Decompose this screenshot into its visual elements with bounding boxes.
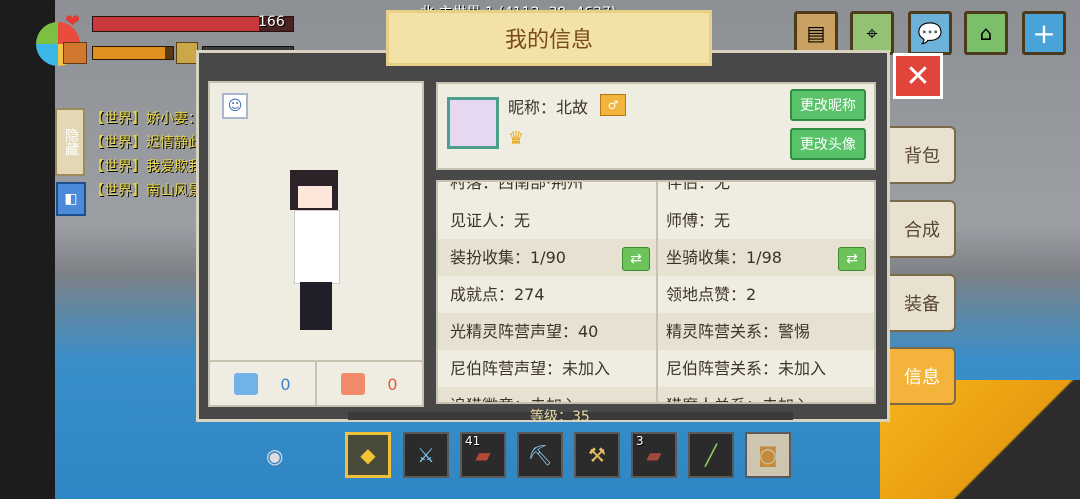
character-model: [290, 170, 348, 335]
hotbar-slot[interactable]: ╱: [688, 432, 734, 478]
hunger-bar: [92, 46, 174, 60]
armor-icon: [176, 42, 198, 64]
info-witness: 见证人：无: [450, 211, 531, 230]
chat-icon[interactable]: 💬: [908, 11, 952, 55]
nickname-label: 昵称：北故: [508, 98, 589, 117]
likes-right-count: 0: [387, 374, 398, 394]
chat-line: 【世界】南山风景: [90, 183, 202, 199]
avatar[interactable]: [447, 97, 499, 149]
steak-icon: ▰: [646, 443, 662, 467]
hunger-bar-fill: [93, 47, 165, 59]
pickaxe-icon: ⚒: [588, 443, 606, 467]
hotbar-slot[interactable]: ⛏: [517, 432, 563, 478]
swap-mount-icon[interactable]: ⇄: [838, 247, 866, 271]
info-hunter-badge: 追猎徽章：未加入: [450, 387, 650, 402]
info-nibo-relation: 尼伯阵营关系：未加入: [666, 359, 827, 378]
smile-icon: [234, 373, 259, 395]
hotbar-slot[interactable]: ⚔: [403, 432, 449, 478]
character-body: [294, 210, 340, 284]
info-outfit-collection: 装扮收集：1/90: [450, 248, 566, 267]
tab-equipment[interactable]: 装备: [890, 274, 956, 332]
chat-toggle-icon[interactable]: ◧: [56, 182, 86, 216]
hotbar: ◆ ⚔ 41 ▰ ⛏ ⚒ 3 ▰ ╱ ◙: [345, 432, 795, 484]
panel-title: 我的信息: [386, 10, 712, 66]
wand-icon: ╱: [704, 443, 718, 467]
crown-icon: ♛: [508, 128, 525, 149]
info-light-elf-rep: 光精灵阵营声望：40: [450, 322, 599, 341]
tab-crafting[interactable]: 合成: [890, 200, 956, 258]
likes-left[interactable]: 0: [210, 362, 315, 406]
gold-icon: ◆: [360, 443, 376, 467]
board-icon[interactable]: ▤: [794, 11, 838, 55]
level-label: 等级：35: [530, 409, 590, 425]
likes-row: 0 0: [210, 360, 422, 406]
change-nickname-button[interactable]: 更改昵称: [790, 89, 866, 121]
tab-info[interactable]: 信息: [890, 347, 956, 405]
info-demon-hunter-relation: 猎魔人关系：未加入: [666, 387, 866, 402]
gender-badge-icon: ♂: [600, 94, 626, 116]
info-elf-relation: 精灵阵营关系：警惕: [666, 322, 811, 341]
info-village: 村落：西南部·荆州: [450, 180, 584, 192]
hotbar-slot[interactable]: ⚒: [574, 432, 620, 478]
column-divider: [656, 182, 658, 402]
info-nibo-rep: 尼伯阵营声望：未加入: [450, 359, 611, 378]
health-value: 166: [258, 14, 285, 30]
character-legs: [300, 282, 332, 330]
chat-line: 【世界】娇小妻：: [90, 111, 202, 127]
chat-line: 【世界】迟情静此: [90, 135, 202, 151]
axe-icon: ⛏: [527, 443, 553, 467]
profile-flag-icon[interactable]: ☺: [222, 93, 248, 119]
hotbar-slot[interactable]: ◙: [745, 432, 791, 478]
shop-icon[interactable]: ⌂: [964, 11, 1008, 55]
tab-backpack[interactable]: 背包: [890, 126, 956, 184]
info-mount-collection: 坐骑收集：1/98: [666, 248, 782, 267]
hotbar-slot[interactable]: 41 ▰: [460, 432, 506, 478]
close-button[interactable]: ✕: [893, 53, 943, 99]
angry-icon: [341, 373, 366, 395]
character-face: [298, 186, 332, 208]
info-partner: 伴侣：无: [666, 180, 731, 192]
health-bar-fill: [93, 17, 259, 31]
likes-left-count: 0: [280, 374, 291, 394]
info-achievement: 成就点：274: [450, 285, 545, 304]
eye-icon[interactable]: ◉: [266, 444, 283, 468]
slot-count: 41: [465, 434, 481, 448]
map-icon[interactable]: ⌖: [850, 11, 894, 55]
heart-icon: ❤: [65, 11, 81, 32]
sword-icon: ⚔: [417, 443, 435, 467]
left-edge: [0, 0, 55, 499]
swap-outfit-icon[interactable]: ⇄: [622, 247, 650, 271]
info-master: 师傅：无: [666, 211, 731, 230]
slot-count: 3: [636, 434, 644, 448]
likes-right[interactable]: 0: [315, 362, 422, 406]
bag-icon: ◙: [758, 443, 778, 467]
chat-line: 【世界】我爱欺我: [90, 159, 202, 175]
hunger-icon: [63, 42, 87, 64]
hotbar-slot[interactable]: ◆: [345, 432, 391, 478]
change-avatar-button[interactable]: 更改头像: [790, 128, 866, 160]
info-territory-likes: 领地点赞：2: [666, 285, 757, 304]
hotbar-slot[interactable]: 3 ▰: [631, 432, 677, 478]
plus-icon[interactable]: +: [1022, 11, 1066, 55]
chat-hide-button[interactable]: 隐藏: [55, 108, 85, 176]
